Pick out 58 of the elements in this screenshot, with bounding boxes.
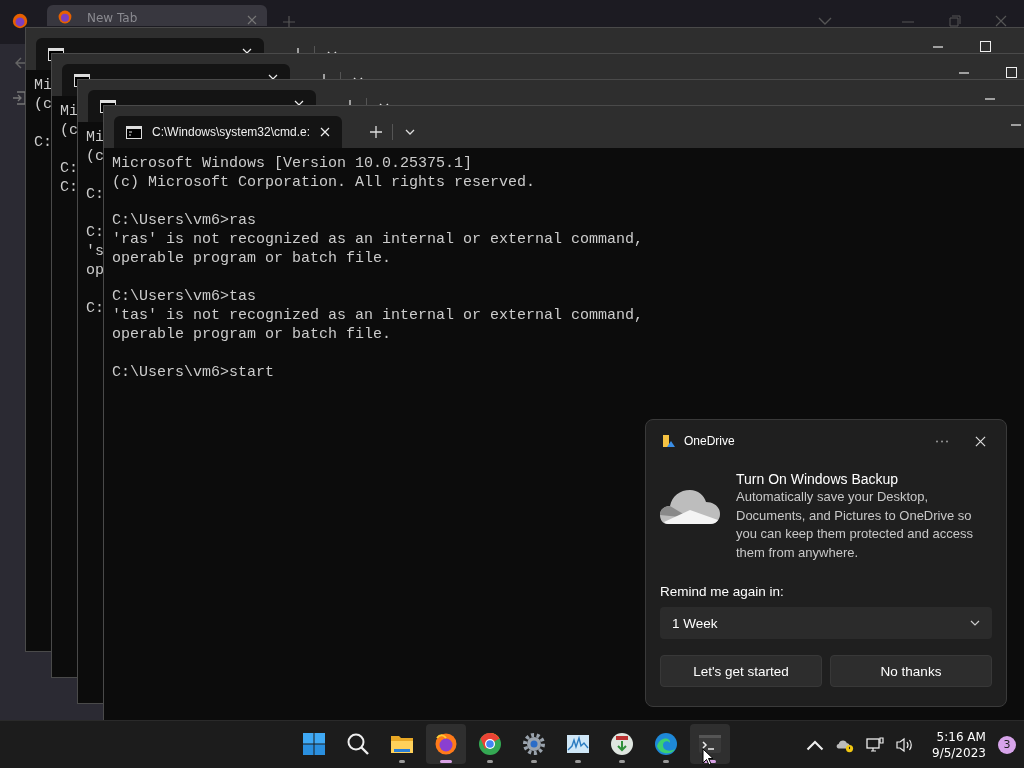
sign-in-icon[interactable] — [12, 91, 26, 105]
terminal-line: 's — [86, 242, 104, 261]
terminal-line: C: — [86, 223, 104, 242]
maximize-icon[interactable] — [980, 41, 991, 52]
terminal-line: Mi — [86, 128, 104, 147]
terminal-line: C: — [60, 159, 78, 178]
terminal-line: Mi — [60, 102, 78, 121]
action-button[interactable]: No thanks — [830, 655, 992, 687]
terminal-line: (c — [34, 95, 52, 114]
terminal-line: C:\Users\vm6>ras — [112, 211, 257, 230]
taskbar-button[interactable] — [426, 724, 466, 764]
maximize-icon[interactable] — [1006, 67, 1017, 78]
notification-title: Turn On Windows Backup — [736, 470, 900, 488]
windows-logo-icon — [302, 732, 326, 756]
remind-label: Remind me again in: — [660, 584, 785, 599]
app-name: OneDrive — [684, 434, 736, 448]
terminal-line: (c) Microsoft Corporation. All rights reserved. — [112, 173, 536, 192]
terminal-line: 'tas' is not recognized as an internal or external command, — [112, 306, 644, 325]
notification-badge[interactable]: 3 — [997, 735, 1016, 754]
chrome-icon — [478, 732, 502, 756]
firefox-icon — [434, 732, 458, 756]
terminal-tab[interactable]: C:\Windows\system32\cmd.e: — [114, 116, 342, 148]
terminal-line: C: — [86, 299, 104, 318]
terminal-line: Mi — [34, 76, 52, 95]
terminal-line: Microsoft Windows [Version 10.0.25375.1] — [112, 154, 473, 173]
terminal-line: op — [86, 261, 104, 280]
chart-icon — [566, 732, 590, 756]
terminal-icon — [698, 732, 722, 756]
firefox-icon[interactable] — [11, 12, 29, 30]
remind-dropdown[interactable]: 1 Week — [660, 607, 992, 639]
network-icon[interactable] — [866, 736, 884, 753]
terminal-line: C:\Users\vm6>start — [112, 363, 275, 382]
console-icon — [126, 125, 142, 139]
terminal-line: C:\Users\vm6>tas — [112, 287, 257, 306]
notification-body: Automatically save your Desktop, Documents, and Pictures to OneDrive so you can keep them protected and access them from anywhere. — [736, 488, 975, 562]
terminal-line: C: — [86, 185, 104, 204]
terminal-line: C: — [60, 178, 78, 197]
volume-icon[interactable] — [896, 736, 914, 753]
download-icon — [610, 732, 634, 756]
firefox-icon — [57, 9, 73, 25]
edge-icon — [654, 732, 678, 756]
cursor-icon — [702, 748, 714, 766]
terminal-line: (c — [86, 147, 104, 166]
terminal-line: operable program or batch file. — [112, 325, 392, 344]
chevron-down-icon — [970, 620, 980, 626]
search-icon — [346, 732, 370, 756]
browser-tab[interactable]: New Tab — [47, 5, 267, 26]
terminal-line: 'ras' is not recognized as an internal or external command, — [112, 230, 644, 249]
clock-time[interactable]: 5:16 AM — [936, 728, 986, 745]
tab-title: New Tab — [87, 11, 139, 25]
terminal-line: C: — [34, 133, 52, 152]
onedrive-icon — [662, 434, 676, 448]
terminal-line: (c — [60, 121, 78, 140]
terminal-line: operable program or batch file. — [112, 249, 392, 268]
action-button[interactable]: Let's get started — [660, 655, 822, 687]
clock-date[interactable]: 9/5/2023 — [932, 744, 986, 761]
settings-icon — [522, 732, 546, 756]
more-icon[interactable] — [935, 439, 949, 443]
